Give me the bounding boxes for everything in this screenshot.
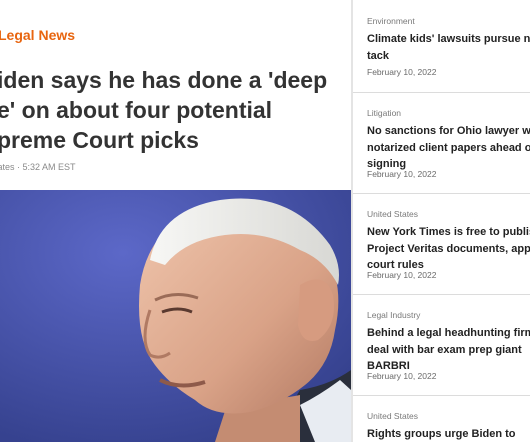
news-item[interactable]: United States Rights groups urge Biden t… — [353, 395, 530, 442]
headline-line: preme Court picks — [0, 127, 199, 153]
news-item-title[interactable]: Behind a legal headhunting firm deal wit… — [367, 325, 530, 375]
news-item-title-line[interactable]: tack — [367, 48, 530, 65]
news-item[interactable]: Legal Industry Behind a legal headhuntin… — [353, 294, 530, 396]
portrait-illustration — [0, 190, 351, 442]
news-item[interactable]: Litigation No sanctions for Ohio lawyer … — [353, 92, 530, 194]
news-item-title[interactable]: Climate kids' lawsuits pursue n tack — [367, 31, 530, 64]
news-item-date: February 10, 2022 — [367, 371, 437, 381]
article-headline: iden says he has done a 'deep e' on abou… — [0, 65, 351, 155]
news-item-category[interactable]: United States — [367, 209, 418, 219]
news-item-title-line[interactable]: No sanctions for Ohio lawyer wh — [367, 123, 530, 140]
news-item-category[interactable]: Litigation — [367, 108, 401, 118]
article-photo — [0, 190, 351, 442]
news-item-title-line[interactable]: New York Times is free to publis — [367, 224, 530, 241]
main-article: Legal News iden says he has done a 'deep… — [0, 0, 351, 442]
page: Legal News iden says he has done a 'deep… — [0, 0, 530, 442]
headline-line: iden says he has done a 'deep — [0, 67, 328, 93]
news-item-title-line[interactable]: deal with bar exam prep giant — [367, 342, 530, 359]
news-item-category[interactable]: Environment — [367, 16, 415, 26]
news-item-title-line[interactable]: notarized client papers ahead o — [367, 140, 530, 157]
news-item-date: February 10, 2022 — [367, 67, 437, 77]
news-item-category[interactable]: United States — [367, 411, 418, 421]
news-item-title-line[interactable]: Rights groups urge Biden to — [367, 426, 530, 442]
news-item-title-line[interactable]: Behind a legal headhunting firm — [367, 325, 530, 342]
article-byline: tates · 5:32 AM EST — [0, 162, 76, 172]
news-item-date: February 10, 2022 — [367, 169, 437, 179]
news-item-title-line[interactable]: Project Veritas documents, app — [367, 241, 530, 258]
news-item-category[interactable]: Legal Industry — [367, 310, 420, 320]
news-item[interactable]: Environment Climate kids' lawsuits pursu… — [353, 0, 530, 93]
news-item-date: February 10, 2022 — [367, 270, 437, 280]
news-item-title[interactable]: Rights groups urge Biden to c — [367, 426, 530, 442]
news-item[interactable]: United States New York Times is free to … — [353, 193, 530, 295]
related-news-sidebar: Environment Climate kids' lawsuits pursu… — [353, 0, 530, 442]
news-item-title[interactable]: New York Times is free to publis Project… — [367, 224, 530, 274]
section-label[interactable]: Legal News — [0, 27, 75, 43]
news-item-title[interactable]: No sanctions for Ohio lawyer wh notarize… — [367, 123, 530, 173]
headline-line: e' on about four potential — [0, 97, 273, 123]
news-item-title-line[interactable]: Climate kids' lawsuits pursue n — [367, 31, 530, 48]
